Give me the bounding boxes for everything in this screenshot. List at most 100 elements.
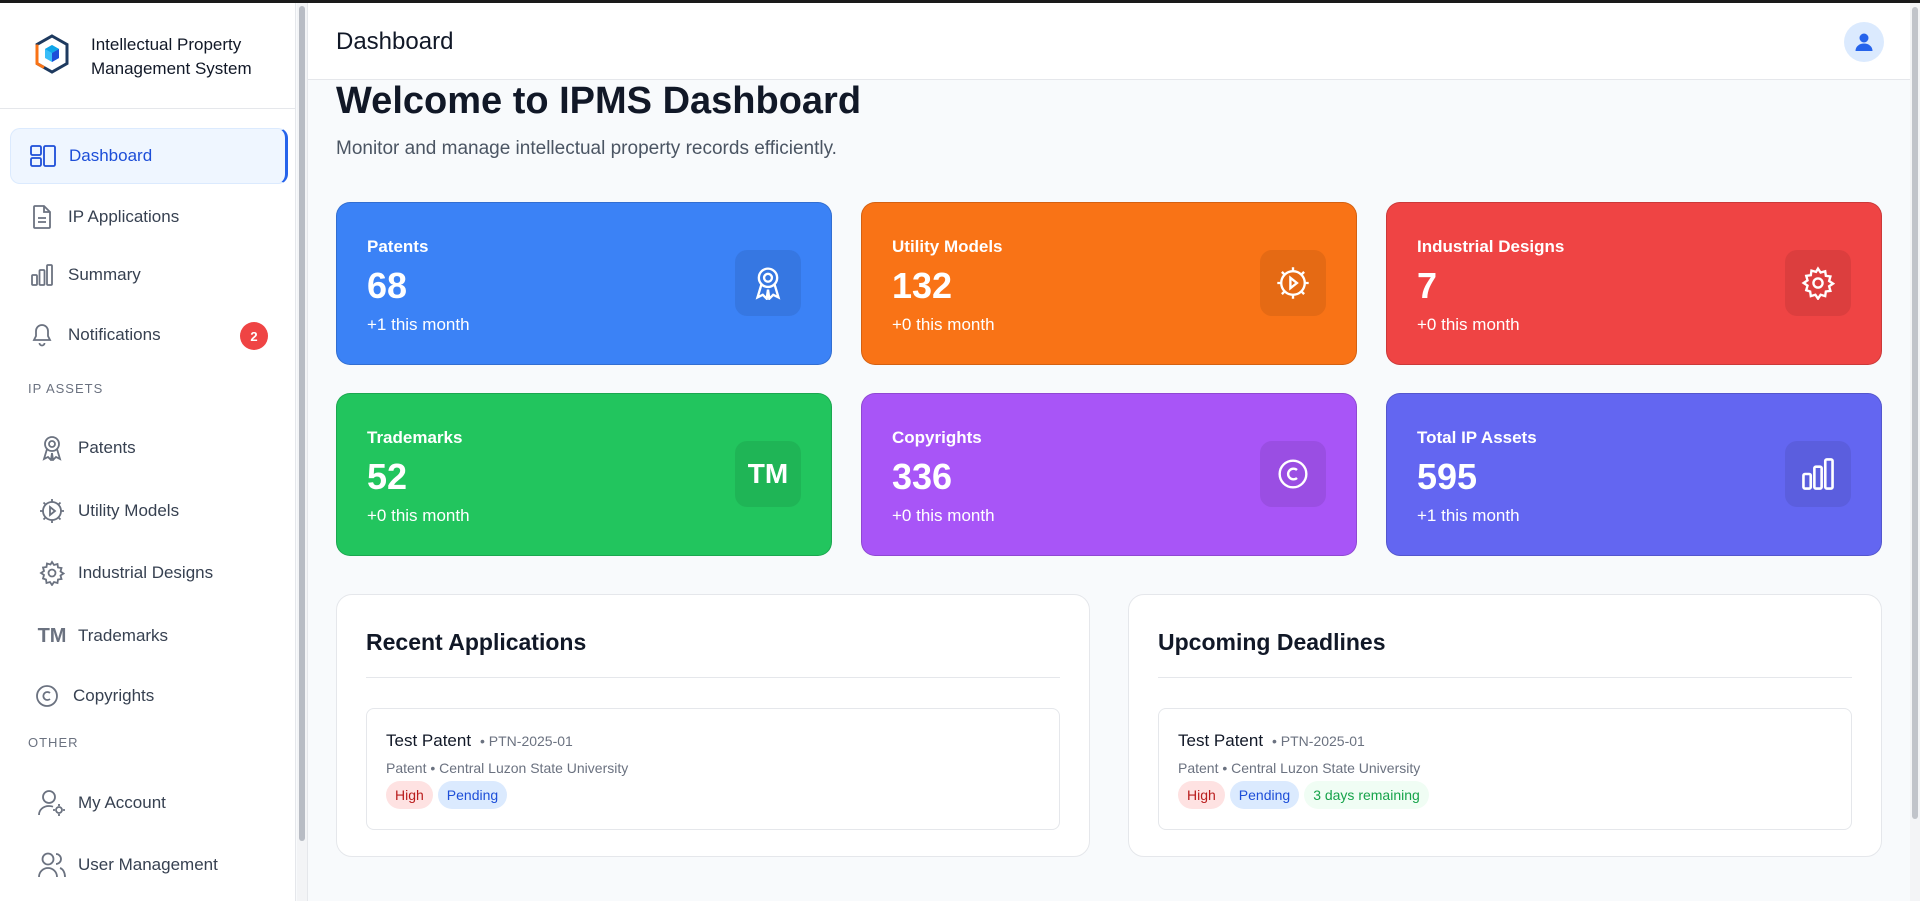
status-badge: Pending (1229, 781, 1300, 809)
stat-delta: +0 this month (367, 506, 470, 525)
gear-icon (38, 559, 66, 587)
stat-label: Patents (367, 237, 429, 256)
sidebar-item-patents[interactable]: Patents (10, 420, 288, 476)
sidebar-item-user-management[interactable]: User Management (10, 837, 288, 893)
divider (366, 677, 1060, 678)
stat-value: 52 (367, 456, 408, 497)
cog-play-icon (1260, 250, 1326, 316)
sidebar-item-label: My Account (78, 793, 166, 812)
application-title: Test Patent (386, 731, 472, 750)
stat-label: Copyrights (892, 428, 982, 447)
divider (1158, 677, 1852, 678)
sidebar-item-copyrights[interactable]: Copyrights (10, 668, 288, 724)
brand[interactable]: Intellectual Property Management System (0, 3, 296, 109)
main-scrollbar[interactable] (1910, 3, 1920, 901)
sidebar-item-label: Copyrights (73, 686, 155, 705)
priority-badge: High (386, 781, 433, 809)
copyright-icon (1260, 441, 1326, 507)
welcome-heading: Welcome to IPMS Dashboard (336, 80, 862, 122)
sidebar-item-label: IP Applications (68, 207, 180, 226)
stat-card-industrial-designs[interactable]: Industrial Designs 7 +0 this month (1386, 202, 1882, 365)
sidebar-item-label: Dashboard (69, 146, 153, 165)
trademark-icon: TM (37, 624, 67, 647)
user-avatar-button[interactable] (1844, 22, 1884, 62)
stat-label: Utility Models (892, 237, 1003, 256)
stat-card-trademarks[interactable]: Trademarks 52 +0 this month TM (336, 393, 832, 556)
sidebar-item-label: Utility Models (78, 501, 180, 520)
trademark-icon: TM (735, 441, 801, 507)
gear-icon (1785, 250, 1851, 316)
page-title: Dashboard (336, 28, 454, 55)
top-header: Dashboard (308, 3, 1912, 80)
stat-value: 7 (1417, 265, 1438, 306)
panel-title: Recent Applications (366, 629, 587, 655)
deadline-code: • PTN-2025-01 (1272, 733, 1365, 749)
section-label-other: OTHER (28, 735, 79, 750)
application-meta: Patent • Central Luzon State University (386, 760, 629, 776)
cog-play-icon (38, 497, 66, 525)
sidebar-item-my-account[interactable]: My Account (10, 775, 288, 831)
app-logo-icon (35, 34, 69, 74)
award-icon (38, 434, 66, 462)
sidebar-item-label: Notifications (68, 325, 161, 344)
tag-group: High Pending (386, 781, 508, 809)
sidebar: Intellectual Property Management System … (0, 3, 296, 901)
sidebar-item-industrial-designs[interactable]: Industrial Designs (10, 545, 288, 601)
sidebar-item-notifications[interactable]: Notifications 2 (10, 307, 288, 363)
user-icon (1855, 33, 1873, 51)
sidebar-item-ip-applications[interactable]: IP Applications (10, 189, 288, 245)
sidebar-item-utility-models[interactable]: Utility Models (10, 483, 288, 539)
sidebar-item-label: Industrial Designs (78, 563, 214, 582)
user-gear-icon (38, 789, 66, 817)
stat-delta: +0 this month (892, 315, 995, 334)
recent-applications-panel: Recent Applications Test Patent • PTN-20… (336, 594, 1090, 857)
stat-value: 595 (1417, 456, 1478, 497)
stat-value: 68 (367, 265, 408, 306)
sidebar-item-trademarks[interactable]: TM Trademarks (10, 608, 288, 664)
stat-card-copyrights[interactable]: Copyrights 336 +0 this month (861, 393, 1357, 556)
sidebar-item-summary[interactable]: Summary (10, 247, 288, 303)
list-item[interactable]: Test Patent • PTN-2025-01 Patent • Centr… (366, 708, 1060, 830)
app-name: Intellectual Property Management System (91, 35, 252, 78)
dashboard-icon (29, 142, 57, 170)
stat-delta: +1 this month (367, 315, 470, 334)
sidebar-item-label: Summary (68, 265, 141, 284)
divider (307, 3, 308, 901)
tag-group: High Pending 3 days remaining (1178, 781, 1429, 809)
sidebar-scrollbar[interactable] (297, 3, 307, 901)
sidebar-item-dashboard[interactable]: Dashboard (10, 128, 288, 184)
stat-delta: +1 this month (1417, 506, 1520, 525)
sidebar-item-label: User Management (78, 855, 218, 874)
sidebar-scrollbar-thumb[interactable] (299, 6, 305, 841)
priority-badge: High (1178, 781, 1225, 809)
stat-card-total-ip-assets[interactable]: Total IP Assets 595 +1 this month (1386, 393, 1882, 556)
panel-title: Upcoming Deadlines (1158, 629, 1386, 655)
stat-label: Industrial Designs (1417, 237, 1565, 256)
notification-count-badge: 2 (240, 322, 268, 350)
bell-icon (28, 321, 56, 349)
stat-value: 132 (892, 265, 953, 306)
bar-chart-icon (28, 261, 56, 289)
stat-value: 336 (892, 456, 953, 497)
stat-delta: +0 this month (892, 506, 995, 525)
deadline-meta: Patent • Central Luzon State University (1178, 760, 1421, 776)
stat-card-patents[interactable]: Patents 68 +1 this month (336, 202, 832, 365)
document-icon (28, 203, 56, 231)
application-code: • PTN-2025-01 (480, 733, 573, 749)
days-remaining-badge: 3 days remaining (1304, 781, 1429, 809)
stat-card-utility-models[interactable]: Utility Models 132 +0 this month (861, 202, 1357, 365)
section-label-ip-assets: IP ASSETS (28, 381, 104, 396)
sidebar-item-label: Patents (78, 438, 136, 457)
main-scrollbar-thumb[interactable] (1912, 7, 1918, 819)
status-badge: Pending (437, 781, 508, 809)
sidebar-item-label: Trademarks (78, 626, 169, 645)
welcome-subtitle: Monitor and manage intellectual property… (336, 138, 837, 159)
award-icon (735, 250, 801, 316)
deadline-title: Test Patent (1178, 731, 1264, 750)
upcoming-deadlines-panel: Upcoming Deadlines Test Patent • PTN-202… (1128, 594, 1882, 857)
stat-label: Trademarks (367, 428, 463, 447)
bar-chart-icon (1785, 441, 1851, 507)
stat-label: Total IP Assets (1417, 428, 1537, 447)
stat-delta: +0 this month (1417, 315, 1520, 334)
list-item[interactable]: Test Patent • PTN-2025-01 Patent • Centr… (1158, 708, 1852, 830)
